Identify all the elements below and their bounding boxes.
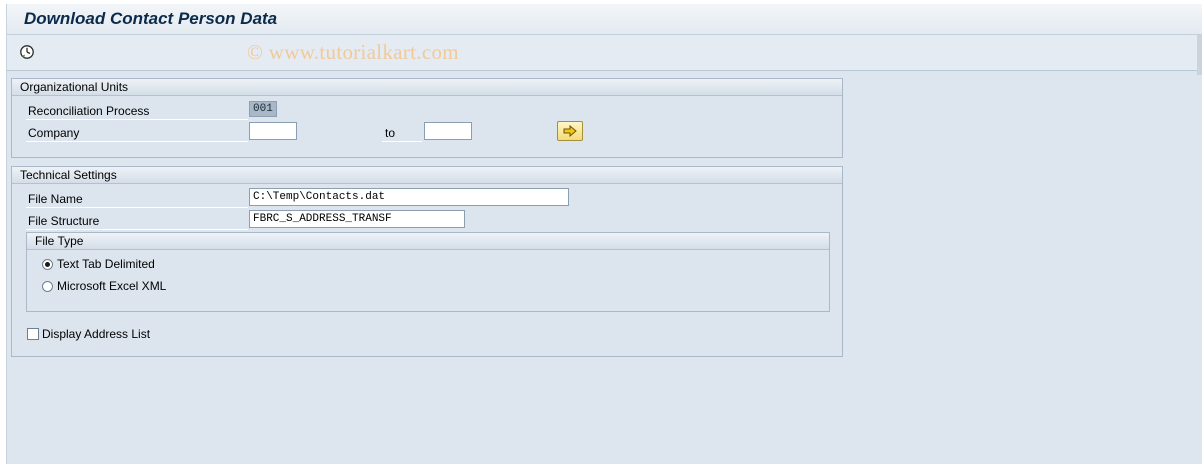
file-type-header: File Type	[27, 233, 829, 250]
file-structure-input[interactable]	[249, 210, 465, 228]
text-tab-delimited-radio[interactable]	[42, 259, 53, 270]
multiple-selection-button[interactable]	[557, 121, 583, 141]
display-address-list-checkbox[interactable]	[27, 328, 39, 340]
to-label: to	[385, 126, 396, 140]
execute-clock-icon	[20, 45, 34, 59]
technical-settings-group: Technical Settings File Name File Struct…	[11, 166, 843, 357]
org-units-header: Organizational Units	[12, 79, 842, 96]
file-type-group: File Type Text Tab Delimited Microsoft E…	[26, 232, 830, 312]
reconciliation-process-label: Reconciliation Process	[28, 104, 150, 118]
file-structure-label: File Structure	[28, 214, 100, 228]
text-tab-delimited-label[interactable]: Text Tab Delimited	[57, 257, 155, 271]
execute-button[interactable]	[18, 43, 36, 61]
watermark: © www.tutorialkart.com	[247, 40, 459, 64]
org-units-group: Organizational Units Reconciliation Proc…	[11, 78, 843, 158]
reconciliation-process-field[interactable]: 001	[249, 101, 277, 117]
company-label: Company	[28, 126, 80, 140]
arrow-right-icon	[563, 125, 577, 137]
file-name-input[interactable]	[249, 188, 569, 206]
scrollbar[interactable]	[1197, 35, 1202, 75]
company-label-underline	[26, 141, 248, 142]
excel-xml-label[interactable]: Microsoft Excel XML	[57, 279, 166, 293]
company-from-input[interactable]	[249, 122, 297, 140]
to-label-underline	[382, 141, 422, 142]
sap-window: Download Contact Person Data © www.tutor…	[6, 4, 1202, 464]
company-to-input[interactable]	[424, 122, 472, 140]
application-toolbar: © www.tutorialkart.com	[7, 35, 1202, 71]
excel-xml-radio[interactable]	[42, 281, 53, 292]
technical-settings-header: Technical Settings	[12, 167, 842, 184]
file-structure-label-underline	[26, 229, 248, 230]
title-bar: Download Contact Person Data	[7, 4, 1202, 35]
file-name-label-underline	[26, 207, 248, 208]
file-name-label: File Name	[28, 192, 83, 206]
page-title: Download Contact Person Data	[24, 9, 278, 28]
reconciliation-label-underline	[26, 119, 248, 120]
display-address-list-label[interactable]: Display Address List	[42, 327, 150, 341]
